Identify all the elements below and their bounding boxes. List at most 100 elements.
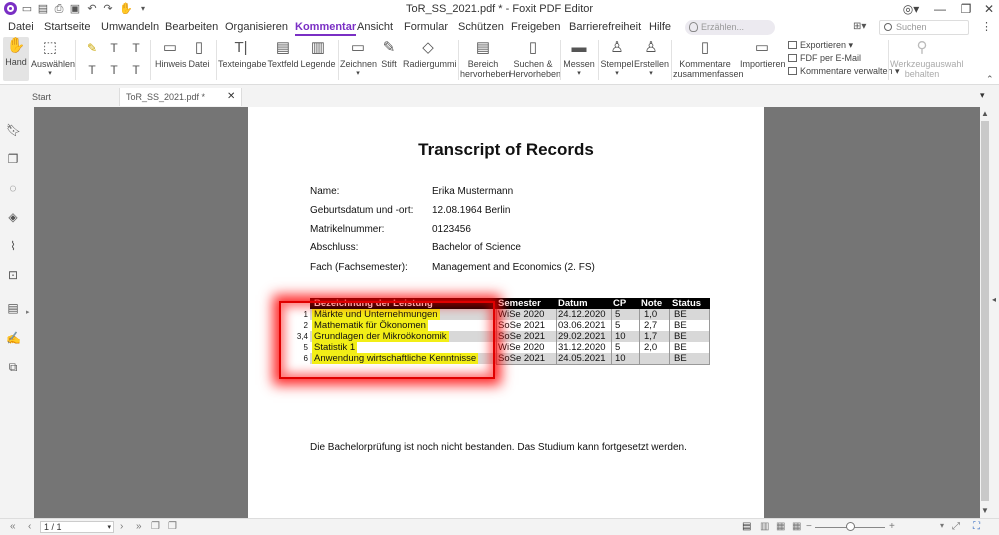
zoom-dropdown-icon[interactable]: ▾ [940,521,944,530]
underline-text-icon[interactable]: T [106,41,122,55]
tab-formular[interactable]: Formular [404,21,448,33]
hand-tool-button[interactable]: ✋ Hand [3,37,29,81]
attachments-icon[interactable]: ⌇ [6,239,20,253]
eraser-button[interactable]: ◇ Radiergummi [403,39,457,69]
bookmark-icon[interactable]: 🔖︎ [6,123,21,137]
tab-datei[interactable]: Datei [8,21,34,33]
measure-button[interactable]: ▬ Messen ▾ [562,39,596,79]
close-icon[interactable]: ✕ [976,1,999,18]
continuous-facing-view-icon[interactable]: ▦ [792,521,801,532]
pages-icon[interactable]: ❐ [6,152,20,166]
export-button[interactable]: Exportieren ▾ [788,40,853,51]
tab-current-document[interactable]: ToR_SS_2021.pdf * [120,88,242,106]
semester-cell: SoSe 2021 [498,320,546,331]
layers-icon[interactable]: ◈ [6,210,20,224]
stamp-button[interactable]: ♙ Stempel ▾ [600,39,634,79]
continuous-view-icon[interactable]: ▥ [760,521,769,532]
squiggly-text-icon[interactable]: T [128,41,144,55]
next-page-icon[interactable]: › [120,521,123,532]
right-panel-collapse[interactable]: ◂ [990,88,999,518]
tab-barrierefreiheit[interactable]: Barrierefreiheit [569,21,641,33]
document-properties-icon[interactable]: ▤ [6,301,20,315]
expand-sidebar-icon[interactable]: ▸ [26,308,30,316]
scroll-up-icon[interactable]: ▲ [981,109,989,118]
fdf-email-button[interactable]: FDF per E-Mail [788,53,861,63]
page-number-input[interactable]: 1 / 1 ▾ [40,521,114,533]
tab-hilfe[interactable]: Hilfe [649,21,671,33]
select-tool-button[interactable]: ⬚ Auswählen ▾ [31,39,75,79]
single-page-view-icon[interactable]: ▤ [742,521,751,532]
typewriter-button[interactable]: T| Texteingabe [218,39,267,69]
scroll-down-icon[interactable]: ▼ [981,506,989,515]
signature-icon[interactable]: ✍ [6,331,21,345]
search-highlight-button[interactable]: ▯ Suchen & Hervorheben [509,39,561,79]
keep-tool-selected-button[interactable]: ⚲ Werkzeugauswahl behalten [890,39,963,79]
last-page-icon[interactable]: » [136,521,142,532]
facing-view-icon[interactable]: ▦ [776,521,785,532]
fit-page-icon[interactable]: ⤢ [952,521,960,532]
print-icon[interactable]: ⎙ [52,2,66,16]
tab-startseite[interactable]: Startseite [44,21,90,33]
scrollbar-thumb[interactable] [981,121,989,501]
fullscreen-icon[interactable]: ⛶ [973,521,980,532]
zoom-slider-knob[interactable] [846,522,855,531]
tab-bearbeiten[interactable]: Bearbeiten [165,21,218,33]
search-highlight-label-2: Hervorheben [509,69,562,79]
tab-organisieren[interactable]: Organisieren [225,21,288,33]
undo-icon[interactable]: ↶ [85,2,99,16]
highlight-icon[interactable]: ✎ [84,41,100,55]
tab-schuetzen[interactable]: Schützen [458,21,504,33]
save-icon[interactable]: ▣ [68,2,82,16]
tab-freigeben[interactable]: Freigeben [511,21,561,33]
zoom-in-icon[interactable]: + [889,521,895,532]
quick-access-dropdown-icon[interactable]: ▾ [136,2,150,16]
first-page-icon[interactable]: « [10,521,16,532]
minimize-icon[interactable]: — [927,1,953,18]
previous-view-icon[interactable]: ❐ [151,521,160,532]
file-attach-button[interactable]: ▯ Datei [185,39,213,69]
compare-icon[interactable]: ⧉ [6,360,20,374]
note-button[interactable]: ▭ Hinweis [155,39,187,69]
field-value: 12.08.1964 Berlin [432,205,511,216]
collapse-ribbon-icon[interactable]: ⌃ [986,74,994,85]
zoom-out-icon[interactable]: − [806,521,812,532]
pencil-button[interactable]: ✎ Stift [376,39,402,69]
previous-page-icon[interactable]: ‹ [28,521,31,532]
layout-options-icon[interactable]: ⊞▾ [853,21,866,32]
area-highlight-button[interactable]: ▤ Bereich hervorheben [460,39,511,79]
redo-icon[interactable]: ↷ [101,2,115,16]
tell-me-input[interactable]: Erzählen... [685,20,775,35]
textbox-button[interactable]: ▤ Textfeld [265,39,301,69]
collapse-right-panel-icon[interactable]: ◂ [992,295,996,304]
ribbon-separator [75,40,76,80]
drawing-button[interactable]: ▭ Zeichnen ▾ [340,39,377,79]
tab-start[interactable]: Start [26,88,120,106]
vertical-scrollbar[interactable]: ▲ ▼ [980,107,990,518]
open-icon[interactable]: ▤ [36,2,50,16]
search-input[interactable]: Suchen [879,20,969,35]
tab-ansicht[interactable]: Ansicht [357,21,393,33]
security-lock-icon[interactable]: ⊡ [6,268,20,282]
more-options-icon[interactable]: ⋮ [981,20,992,33]
close-tab-icon[interactable]: ✕ [227,88,237,106]
textbox-icon: ▤ [275,39,291,56]
comments-icon[interactable]: ◌ [6,181,20,195]
rectangle-annotation[interactable] [279,301,495,379]
tab-kommentar[interactable]: Kommentar [295,21,357,36]
manage-comments-button[interactable]: Kommentare verwalten ▾ [788,66,900,77]
strikeout-text-icon[interactable]: T [84,63,100,77]
summarize-comments-button[interactable]: ▯ Kommentare zusammenfassen [673,39,744,79]
new-tab-icon[interactable]: ▭ [20,2,34,16]
tab-list-dropdown-icon[interactable]: ▾ [980,90,985,101]
hand-quick-icon[interactable]: ✋ [119,2,133,16]
create-stamp-icon: ♙ [644,39,658,56]
replace-text-icon[interactable]: T [106,63,122,77]
import-button[interactable]: ▭ Importieren [740,39,786,69]
next-view-icon[interactable]: ❐ [168,521,177,532]
account-icon[interactable]: ◎▾ [898,1,924,18]
insert-text-icon[interactable]: T [128,63,144,77]
tab-umwandeln[interactable]: Umwandeln [101,21,159,33]
callout-button[interactable]: ▥ Legende [300,39,336,69]
select-dropdown-icon: ▾ [48,70,52,77]
create-stamp-button[interactable]: ♙ Erstellen ▾ [634,39,669,79]
